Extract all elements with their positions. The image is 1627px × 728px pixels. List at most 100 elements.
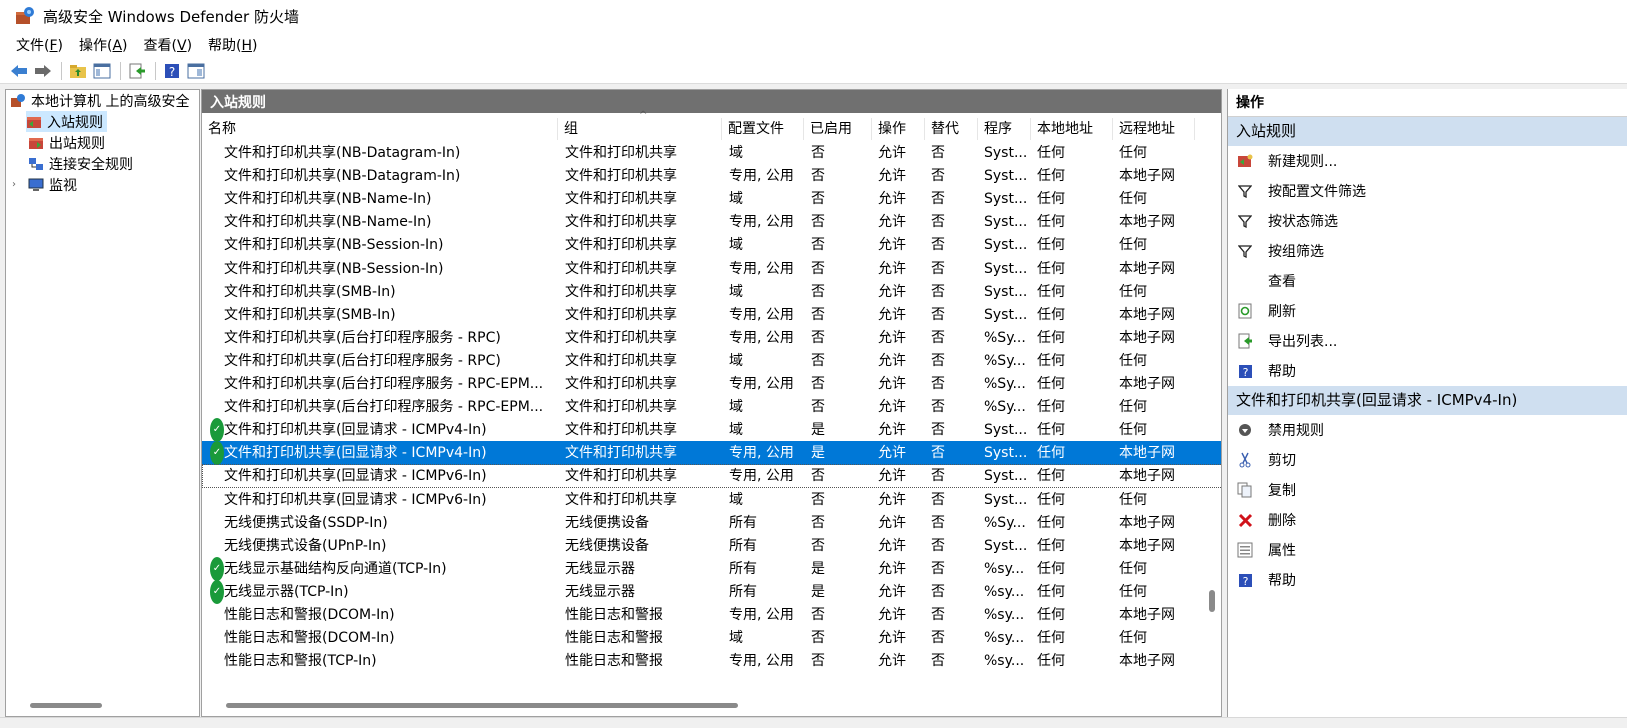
table-row[interactable]: ✓ 无线显示基础结构反向通道(TCP-In) 无线显示器 所有 是 允许 否 %sy... 任何… (202, 556, 1221, 581)
cell-enabled: 是 (811, 583, 825, 600)
up-folder-icon[interactable] (67, 60, 89, 82)
firewall-app-icon (10, 93, 26, 108)
cell-group: 文件和打印机共享 (565, 260, 677, 277)
cell-profile: 域 (729, 237, 743, 254)
column-header-action[interactable]: 操作 (872, 118, 925, 140)
menu-file[interactable]: 文件(F) (8, 35, 71, 55)
action-item[interactable]: 删除 (1228, 505, 1627, 535)
column-header-remote-address[interactable]: 远程地址 (1113, 118, 1195, 140)
cell-profile: 专用, 公用 (729, 653, 794, 670)
table-row[interactable]: 文件和打印机共享(回显请求 - ICMPv6-In) 文件和打印机共享 专用, 公用… (202, 464, 1221, 489)
cell-local: 任何 (1037, 214, 1065, 231)
menu-view[interactable]: 查看(V) (136, 35, 201, 55)
cell-override: 否 (931, 237, 945, 254)
table-row[interactable]: 无线便携式设备(SSDP-In) 无线便携设备 所有 否 允许 否 %Sy... 任何 本地子网 (202, 511, 1221, 535)
table-row[interactable]: 文件和打印机共享(SMB-In) 文件和打印机共享 域 否 允许 否 Syst... 任何 任何 (202, 280, 1221, 304)
table-row[interactable]: 文件和打印机共享(后台打印程序服务 - RPC-EPM... 文件和打印机共享 专用… (202, 372, 1221, 396)
cell-enabled: 否 (811, 191, 825, 208)
table-row[interactable]: 性能日志和警报(DCOM-In) 性能日志和警报 专用, 公用 否 允许 否 %sy... 任… (202, 603, 1221, 627)
table-row[interactable]: 文件和打印机共享(后台打印程序服务 - RPC) 文件和打印机共享 域 否 允许 否 %Sy… (202, 349, 1221, 373)
cell-remote: 任何 (1119, 583, 1147, 600)
cell-group: 文件和打印机共享 (565, 352, 677, 369)
cell-group: 文件和打印机共享 (565, 445, 677, 462)
action-item[interactable]: 查看 (1228, 266, 1627, 296)
left-horizontal-scrollbar[interactable] (30, 703, 102, 708)
cell-program: Syst... (984, 445, 1028, 462)
cell-enabled: 否 (811, 537, 825, 554)
cell-remote: 本地子网 (1119, 445, 1175, 462)
table-row[interactable]: 性能日志和警报(DCOM-In) 性能日志和警报 域 否 允许 否 %sy... 任何 任何 (202, 626, 1221, 650)
action-item[interactable]: 按配置文件筛选 (1228, 176, 1627, 206)
expand-chevron-icon[interactable]: › (12, 179, 24, 190)
table-row[interactable]: ✓ 文件和打印机共享(回显请求 - ICMPv4-In) 文件和打印机共享 域 是 允许 否… (202, 418, 1221, 443)
table-row[interactable]: 文件和打印机共享(SMB-In) 文件和打印机共享 专用, 公用否允许否 Syst..… (202, 303, 1221, 327)
column-header-program[interactable]: 程序 (978, 118, 1031, 140)
action-item[interactable]: 按组筛选 (1228, 236, 1627, 266)
column-header-local-address[interactable]: 本地地址 (1031, 118, 1113, 140)
table-row[interactable]: 文件和打印机共享(NB-Session-In) 文件和打印机共享 专用, 公用否允许… (202, 257, 1221, 281)
action-item[interactable]: 导出列表... (1228, 326, 1627, 356)
action-item[interactable]: 新建规则... (1228, 146, 1627, 176)
menu-action[interactable]: 操作(A) (71, 35, 136, 55)
action-item[interactable]: 禁用规则 (1228, 415, 1627, 445)
column-header-enabled[interactable]: 已启用 (804, 118, 872, 140)
action-label: 按组筛选 (1268, 244, 1324, 260)
center-horizontal-scrollbar[interactable] (226, 703, 738, 708)
tree-item-connection-security-rules[interactable]: 连接安全规则 (28, 153, 133, 174)
table-row[interactable]: 文件和打印机共享(NB-Session-In) 文件和打印机共享 域 否 允许 否 Syst… (202, 233, 1221, 257)
table-row[interactable]: 文件和打印机共享(NB-Datagram-In) 文件和打印机共享 域 否 允许 否 Sys… (202, 141, 1221, 165)
column-headers: 名称 组 配置文件 已启用 操作 替代 程序 本地地址 远程地址 (202, 118, 1221, 140)
vertical-scrollbar[interactable] (1209, 590, 1215, 612)
actions-section-inbound[interactable]: 入站规则 (1228, 117, 1627, 146)
column-header-override[interactable]: 替代 (925, 118, 978, 140)
action-label: 新建规则... (1268, 154, 1338, 170)
action-item[interactable]: ? 帮助 (1228, 356, 1627, 386)
cell-group: 文件和打印机共享 (565, 399, 677, 416)
table-row[interactable]: 文件和打印机共享(NB-Name-In) 文件和打印机共享 专用, 公用否允许否 Sy… (202, 210, 1221, 234)
action-item[interactable]: 按状态筛选 (1228, 206, 1627, 236)
table-row[interactable]: 无线便携式设备(UPnP-In) 无线便携设备 所有 否 允许 否 Syst... 任何 本地子… (202, 534, 1221, 558)
cell-group: 性能日志和警报 (565, 607, 663, 623)
action-item[interactable]: ? 帮助 (1228, 565, 1627, 595)
action-item[interactable]: 剪切 (1228, 445, 1627, 475)
cell-action: 允许 (878, 237, 906, 254)
back-arrow-icon[interactable] (8, 60, 30, 82)
table-row[interactable]: 文件和打印机共享(后台打印程序服务 - RPC-EPM... 文件和打印机共享 域 否… (202, 395, 1221, 419)
table-row[interactable]: 文件和打印机共享(后台打印程序服务 - RPC) 文件和打印机共享 专用, 公用否允… (202, 326, 1221, 350)
actions-section-selected-rule[interactable]: 文件和打印机共享(回显请求 - ICMPv4-In) (1228, 386, 1627, 415)
tree-item-outbound-rules[interactable]: 出站规则 (28, 132, 105, 153)
action-item[interactable]: 刷新 (1228, 296, 1627, 326)
menu-bar: 文件(F) 操作(A) 查看(V) 帮助(H) (0, 32, 1627, 58)
tree-root[interactable]: 本地计算机 上的高级安全 (10, 90, 189, 111)
table-row[interactable]: 文件和打印机共享(NB-Name-In) 文件和打印机共享 域 否 允许 否 Syst...… (202, 187, 1221, 211)
column-header-group[interactable]: 组 (558, 118, 722, 140)
column-header-profile[interactable]: 配置文件 (722, 118, 804, 140)
cell-name: 文件和打印机共享(回显请求 - ICMPv4-In) (224, 445, 487, 462)
column-header-name[interactable]: 名称 (202, 118, 558, 140)
tree-item-monitoring[interactable]: › 监视 (12, 174, 77, 195)
table-row[interactable]: ✓ 无线显示器(TCP-In) 无线显示器 所有 是 允许 否 %sy... 任何 任何 (202, 579, 1221, 604)
cell-enabled: 否 (811, 630, 825, 647)
export-icon (1236, 332, 1254, 350)
cell-action: 允许 (878, 491, 906, 508)
table-row[interactable]: 文件和打印机共享(NB-Datagram-In) 文件和打印机共享 专用, 公用否允… (202, 164, 1221, 188)
table-row[interactable]: ✓ 文件和打印机共享(回显请求 - ICMPv4-In) 文件和打印机共享 专用, 公… (202, 441, 1221, 466)
cell-profile: 域 (729, 399, 743, 416)
cell-profile: 所有 (729, 583, 757, 600)
cell-group: 文件和打印机共享 (565, 191, 677, 208)
forward-arrow-icon[interactable] (32, 60, 54, 82)
menu-help[interactable]: 帮助(H) (200, 35, 265, 55)
cell-remote: 任何 (1119, 560, 1147, 577)
tree-item-inbound-rules[interactable]: 入站规则 (26, 111, 107, 132)
action-item[interactable]: 属性 (1228, 535, 1627, 565)
help-icon[interactable]: ? (161, 60, 183, 82)
show-hide-action-pane-icon[interactable] (185, 60, 207, 82)
table-row[interactable]: 性能日志和警报(TCP-In) 性能日志和警报 专用, 公用否允许否 %sy... 任何… (202, 649, 1221, 673)
action-item[interactable]: 复制 (1228, 475, 1627, 505)
cell-name: 文件和打印机共享(SMB-In) (224, 306, 396, 323)
cell-override: 否 (931, 145, 945, 161)
cell-remote: 任何 (1119, 491, 1147, 508)
show-hide-tree-icon[interactable] (91, 60, 113, 82)
export-list-icon[interactable] (126, 60, 148, 82)
table-row[interactable]: 文件和打印机共享(回显请求 - ICMPv6-In) 文件和打印机共享 域 否 允许 否 S… (202, 488, 1221, 512)
